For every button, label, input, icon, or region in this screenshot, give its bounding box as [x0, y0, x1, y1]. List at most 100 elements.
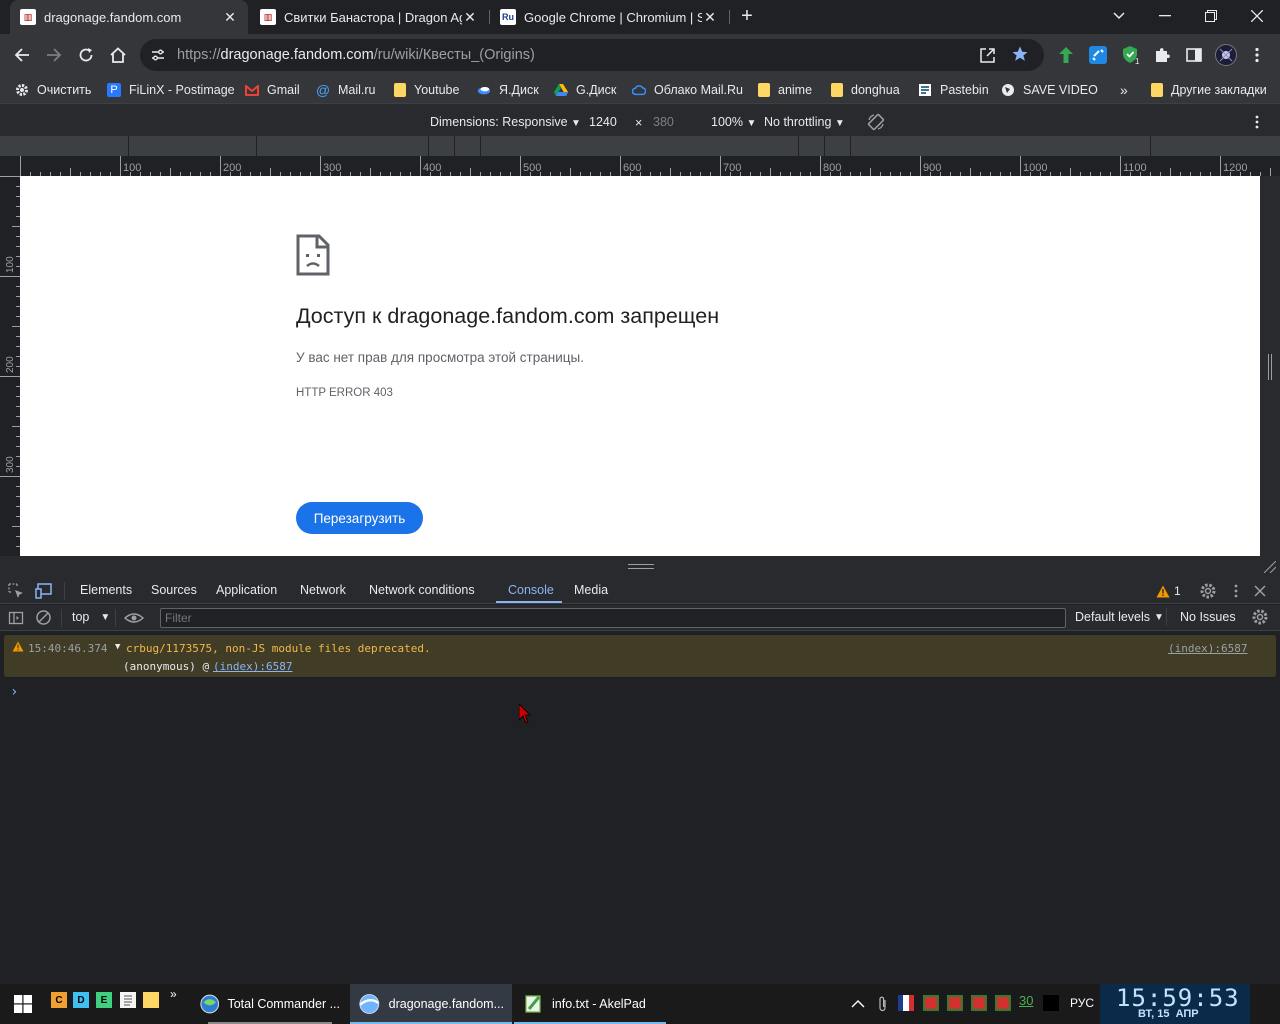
windows-start-icon[interactable]	[14, 995, 32, 1013]
close-window-button[interactable]	[1234, 0, 1280, 32]
tab-sources[interactable]: Sources	[151, 583, 197, 597]
bookmark-ochistit[interactable]: Очистить	[15, 81, 91, 99]
bookmark-gdrive[interactable]: G.Диск	[554, 81, 616, 99]
tab-media[interactable]: Media	[574, 583, 608, 597]
new-tab-button[interactable]: +	[725, 0, 769, 32]
drive-d-icon[interactable]: D	[73, 992, 89, 1008]
taskbar-browser[interactable]: dragonage.fandom...	[350, 984, 512, 1024]
tray-app-icon-4[interactable]	[995, 995, 1011, 1011]
height-input[interactable]: 380	[653, 115, 674, 129]
tab-network[interactable]: Network	[300, 583, 346, 597]
other-bookmarks-folder[interactable]: Другие закладки	[1151, 81, 1267, 99]
inspect-element-icon[interactable]	[8, 583, 24, 599]
drive-e-icon[interactable]: E	[96, 992, 112, 1008]
throttling-dropdown[interactable]: No throttling ▼	[764, 115, 845, 129]
close-tab-icon[interactable]: ✕	[462, 9, 478, 26]
device-more-icon[interactable]	[1250, 114, 1264, 130]
chrome-menu-icon[interactable]	[1250, 46, 1264, 64]
quicklaunch-overflow-icon[interactable]: »	[170, 987, 177, 1001]
tab-application[interactable]: Application	[216, 583, 277, 597]
devtools-more-icon[interactable]	[1230, 583, 1242, 599]
flag-tray-icon[interactable]	[898, 995, 914, 1011]
bookmark-mailru[interactable]: @ Mail.ru	[316, 81, 376, 99]
tray-counter[interactable]: 30	[1019, 993, 1033, 1008]
stack-frame-link[interactable]: (index):6587	[213, 660, 292, 673]
extensions-puzzle-icon[interactable]	[1153, 46, 1171, 64]
viewport-resize-bar[interactable]	[0, 556, 1280, 578]
site-info-icon[interactable]	[150, 47, 166, 63]
message-source-link[interactable]: (index):6587	[1168, 642, 1247, 655]
bookmark-star-icon[interactable]	[1011, 45, 1029, 63]
tab-console[interactable]: Console	[508, 583, 554, 597]
console-filter-input[interactable]	[160, 608, 1066, 628]
restore-button[interactable]	[1188, 0, 1234, 32]
reload-button[interactable]	[71, 40, 101, 70]
issues-counter[interactable]: 1	[1156, 583, 1181, 599]
dimensions-dropdown[interactable]: Dimensions: Responsive ▼	[430, 115, 581, 129]
bookmark-savevideo[interactable]: SAVE VIDEO	[1001, 81, 1098, 99]
tab-search-button[interactable]	[1096, 0, 1142, 32]
close-devtools-icon[interactable]	[1254, 584, 1266, 597]
bookmark-donghua[interactable]: donghua	[831, 81, 900, 99]
link-extension-icon[interactable]	[1089, 46, 1107, 64]
tab-banastor[interactable]: ▥ Свитки Банастора | Dragon Age ✕	[250, 0, 488, 34]
close-tab-icon[interactable]: ✕	[702, 9, 718, 26]
bookmark-postimage[interactable]: P FiLinX - Postimage	[107, 81, 235, 99]
console-warning-message[interactable]: 15:40:46.374 ▼ crbug/1173575, non-JS mod…	[4, 635, 1276, 677]
devtools-settings-icon[interactable]	[1199, 582, 1217, 600]
system-clock[interactable]: 15:59:53 ВТ, 15 АПР	[1100, 984, 1250, 1024]
swap-dimensions-icon[interactable]: ×	[635, 116, 642, 130]
tab-dragonage[interactable]: ▥ dragonage.fandom.com ✕	[10, 0, 248, 34]
bookmarks-overflow-button[interactable]: »	[1120, 81, 1128, 99]
tab-elements[interactable]: Elements	[80, 583, 132, 597]
context-selector[interactable]: top ▼	[72, 610, 110, 624]
taskbar-akelpad[interactable]: info.txt - AkelPad	[514, 984, 666, 1024]
paperclip-tray-icon[interactable]	[878, 996, 888, 1012]
width-input[interactable]: 1240	[589, 115, 617, 129]
minimize-button[interactable]	[1142, 0, 1188, 32]
zoom-dropdown[interactable]: 100% ▼	[711, 115, 756, 129]
reload-page-button[interactable]: Перезагрузить	[296, 502, 423, 534]
upload-extension-icon[interactable]	[1057, 46, 1075, 64]
tab-chrome[interactable]: Ru Google Chrome | Chromium | SR ✕	[490, 0, 728, 34]
back-button[interactable]	[7, 40, 37, 70]
folder-icon[interactable]	[143, 992, 159, 1008]
side-panel-icon[interactable]	[1185, 46, 1203, 64]
bookmark-gmail[interactable]: Gmail	[245, 81, 300, 99]
issues-button[interactable]: No Issues	[1180, 610, 1236, 624]
profile-avatar[interactable]	[1215, 44, 1237, 66]
forward-button[interactable]	[39, 40, 69, 70]
device-toolbar-toggle-icon[interactable]	[35, 583, 53, 599]
live-expression-eye-icon[interactable]	[123, 610, 145, 626]
home-button[interactable]	[103, 40, 133, 70]
drive-c-icon[interactable]: C	[51, 992, 67, 1008]
clear-console-icon[interactable]	[35, 609, 52, 626]
console-prompt[interactable]: ›	[10, 684, 18, 700]
tray-overflow-chevron-up-icon[interactable]	[851, 997, 865, 1009]
tray-app-icon-3[interactable]	[971, 995, 987, 1011]
close-tab-icon[interactable]: ✕	[222, 9, 238, 26]
input-language-indicator[interactable]: РУС	[1070, 996, 1094, 1010]
sidebar-toggle-icon[interactable]	[8, 610, 24, 626]
corner-resize-icon[interactable]	[1263, 560, 1277, 574]
resize-handle[interactable]	[628, 564, 654, 565]
media-query-bar[interactable]	[0, 136, 1280, 156]
document-icon[interactable]	[120, 992, 136, 1008]
rotate-icon[interactable]	[866, 112, 886, 132]
shield-extension-icon[interactable]: 1	[1121, 45, 1141, 66]
tray-black-icon[interactable]	[1043, 995, 1059, 1011]
bookmark-youtube[interactable]: Youtube	[394, 81, 459, 99]
resize-handle[interactable]	[628, 568, 654, 569]
bookmark-oblako[interactable]: Облако Mail.Ru	[632, 81, 743, 99]
bookmark-pastebin[interactable]: Pastebin	[918, 81, 989, 99]
tray-app-icon-1[interactable]	[923, 995, 939, 1011]
bookmark-yadisk[interactable]: Я.Диск	[477, 81, 539, 99]
tab-network-conditions[interactable]: Network conditions	[369, 583, 475, 597]
log-levels-dropdown[interactable]: Default levels ▼	[1075, 610, 1164, 624]
bookmark-anime[interactable]: anime	[758, 81, 812, 99]
address-bar-url[interactable]: https://dragonage.fandom.com/ru/wiki/Кве…	[177, 47, 535, 63]
tray-app-icon-2[interactable]	[947, 995, 963, 1011]
taskbar-total-commander[interactable]: Total Commander ...	[192, 984, 348, 1024]
expand-triangle-icon[interactable]: ▼	[115, 642, 120, 652]
console-settings-icon[interactable]	[1251, 608, 1269, 626]
